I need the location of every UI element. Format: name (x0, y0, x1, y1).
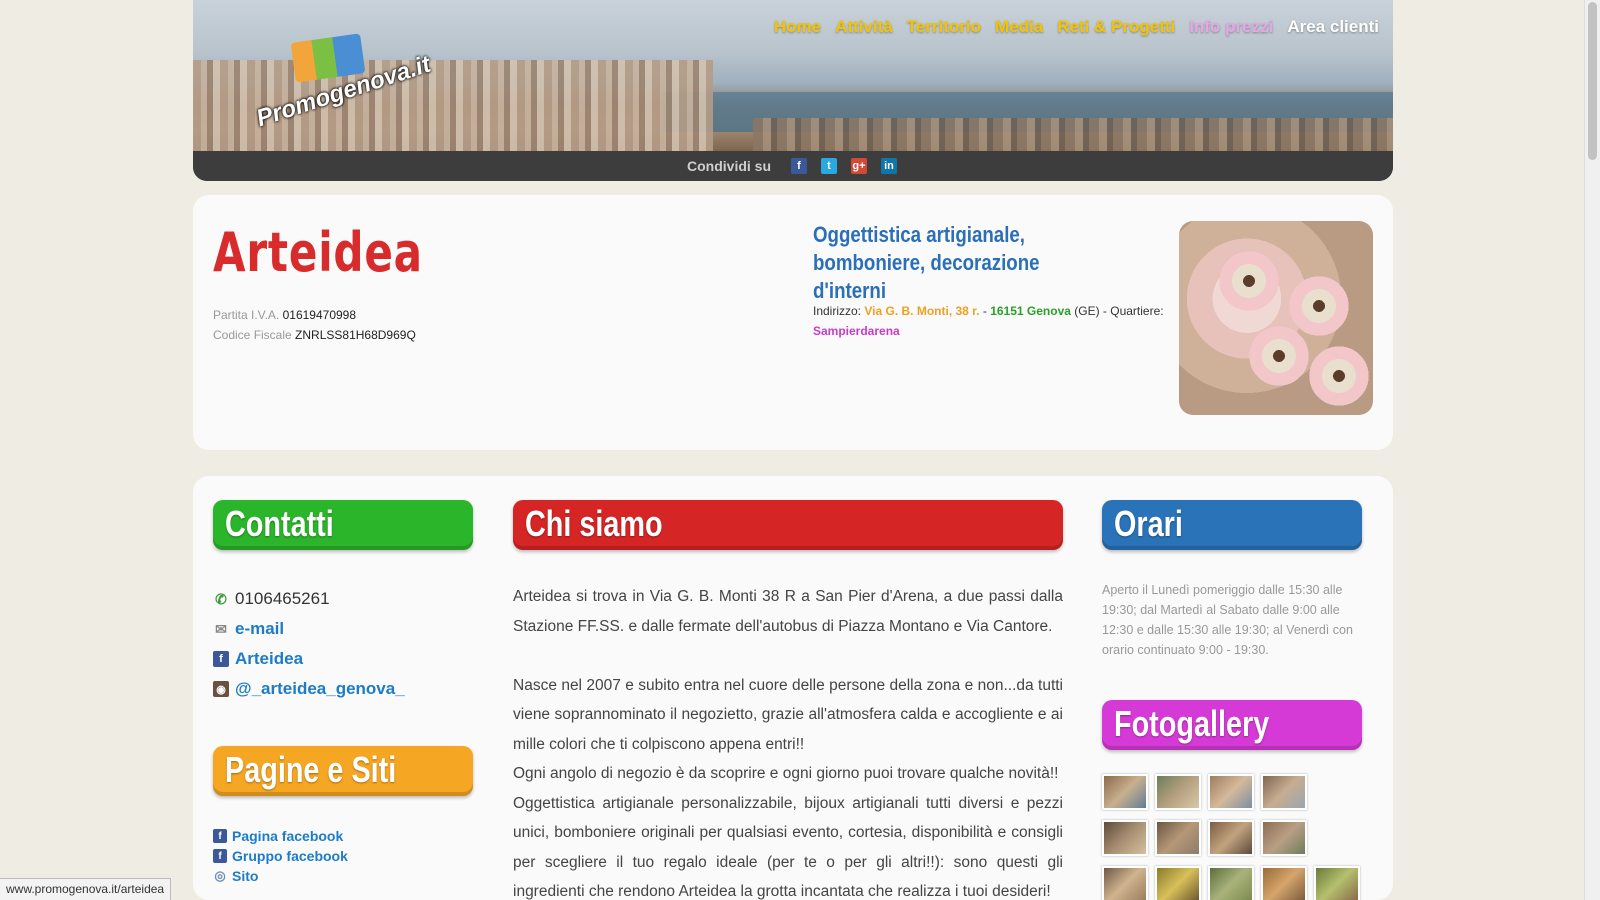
banner-port (753, 118, 1393, 151)
link-facebook-page[interactable]: f Pagina facebook (213, 826, 348, 846)
facebook-group-link[interactable]: Gruppo facebook (232, 848, 348, 864)
facebook-page-link[interactable]: Pagina facebook (232, 828, 343, 844)
fiscal-code-value: ZNRLSS81H68D969Q (295, 328, 416, 342)
page-scrollbar[interactable] (1584, 0, 1600, 900)
site-logo[interactable]: Promogenova.it (253, 33, 434, 132)
pages-heading: Pagine e Siti (213, 746, 473, 796)
google-plus-icon[interactable]: g+ (851, 158, 867, 174)
about-paragraph: Nasce nel 2007 e subito entra nel cuore … (513, 676, 1063, 753)
share-label: Condividi su (687, 158, 771, 174)
header-banner: Promogenova.it Home Attività Territorio … (193, 0, 1393, 181)
facebook-icon: f (213, 829, 227, 843)
fiscal-info: Partita I.V.A. 01619470998 Codice Fiscal… (213, 305, 416, 345)
gallery-thumbnail[interactable] (1102, 866, 1148, 900)
contact-phone: ✆ 0106465261 (213, 584, 405, 614)
gallery-thumbnail[interactable] (1208, 866, 1254, 900)
gallery-thumbnail[interactable] (1102, 820, 1148, 856)
main-nav: Home Attività Territorio Media Reti & Pr… (774, 17, 1379, 37)
nav-media[interactable]: Media (995, 17, 1043, 37)
gallery-thumbnail[interactable] (1155, 866, 1201, 900)
gallery-heading: Fotogallery (1102, 700, 1362, 750)
address-label: Indirizzo: (813, 304, 862, 318)
nav-reti-progetti[interactable]: Reti & Progetti (1057, 17, 1175, 37)
nav-territorio[interactable]: Territorio (907, 17, 981, 37)
hours-heading: Orari (1102, 500, 1362, 550)
nav-area-clienti[interactable]: Area clienti (1287, 17, 1379, 37)
email-icon: ✉ (215, 620, 227, 637)
gallery-thumbnail[interactable] (1261, 820, 1307, 856)
fiscal-code-label: Codice Fiscale (213, 328, 292, 342)
phone-icon: ✆ (215, 590, 227, 607)
about-paragraph: Ogni angolo di negozio è da scoprire e o… (513, 765, 1059, 782)
scrollbar-thumb[interactable] (1588, 2, 1597, 160)
gallery-thumbnail[interactable] (1155, 774, 1201, 810)
photo-detail (1219, 251, 1279, 311)
contacts-list: ✆ 0106465261 ✉ e-mail f Arteidea ◉ @_art… (213, 584, 405, 704)
facebook-link[interactable]: Arteidea (235, 649, 303, 669)
linkedin-icon[interactable]: in (881, 158, 897, 174)
photo-detail (1309, 346, 1369, 406)
opening-hours: Aperto il Lunedì pomeriggio dalle 15:30 … (1102, 583, 1353, 657)
instagram-link[interactable]: @_arteidea_genova_ (235, 679, 405, 699)
vat-label: Partita I.V.A. (213, 308, 280, 322)
page-wrapper: Promogenova.it Home Attività Territorio … (193, 0, 1393, 900)
about-paragraph: Oggettistica artigianale personalizzabil… (513, 794, 1063, 900)
business-photo[interactable] (1179, 221, 1373, 415)
gallery-thumbnail[interactable] (1261, 774, 1307, 810)
address-separator: - (979, 304, 991, 318)
photo-detail (1249, 326, 1309, 386)
link-facebook-group[interactable]: f Gruppo facebook (213, 846, 348, 866)
site-link[interactable]: Sito (232, 868, 258, 884)
twitter-icon[interactable]: t (821, 158, 837, 174)
contact-facebook[interactable]: f Arteidea (213, 644, 405, 674)
about-heading: Chi siamo (513, 500, 1063, 550)
share-bar: Condividi su f t g+ in (193, 151, 1393, 181)
main-content-card: Contatti ✆ 0106465261 ✉ e-mail f Arteide… (193, 476, 1393, 900)
phone-number: 0106465261 (235, 589, 330, 608)
business-address: Indirizzo: Via G. B. Monti, 38 r. - 1615… (813, 301, 1173, 341)
facebook-icon: f (213, 849, 227, 863)
nav-attivita[interactable]: Attività (835, 17, 893, 37)
instagram-icon: ◉ (213, 681, 229, 697)
business-tagline: Oggettistica artigianale, bomboniere, de… (813, 222, 1040, 303)
facebook-icon: f (213, 651, 229, 667)
address-city[interactable]: 16151 Genova (990, 304, 1071, 318)
photo-detail (1289, 276, 1349, 336)
gallery-thumbnail[interactable] (1102, 774, 1148, 810)
address-quarter[interactable]: Sampierdarena (813, 324, 900, 338)
facebook-icon[interactable]: f (791, 158, 807, 174)
link-site[interactable]: ◎ Sito (213, 866, 348, 886)
gallery-thumbnail[interactable] (1208, 820, 1254, 856)
vat-value: 01619470998 (282, 308, 357, 322)
globe-icon: ◎ (214, 868, 226, 883)
gallery-thumbnail[interactable] (1208, 774, 1254, 810)
business-name: Arteidea (213, 221, 423, 284)
about-paragraph: Arteidea si trova in Via G. B. Monti 38 … (513, 588, 1063, 635)
contact-email[interactable]: ✉ e-mail (213, 614, 405, 644)
address-province: (GE) - Quartiere: (1070, 304, 1164, 318)
email-link[interactable]: e-mail (235, 619, 284, 639)
contact-instagram[interactable]: ◉ @_arteidea_genova_ (213, 674, 405, 704)
gallery-thumbnail[interactable] (1155, 820, 1201, 856)
status-bar-url: www.promogenova.it/arteidea (0, 878, 172, 900)
contacts-heading: Contatti (213, 500, 473, 550)
address-street[interactable]: Via G. B. Monti, 38 r. (864, 304, 979, 318)
gallery-thumbnail[interactable] (1314, 866, 1360, 900)
about-text: Arteidea si trova in Via G. B. Monti 38 … (513, 582, 1063, 900)
nav-info-prezzi[interactable]: Info prezzi (1189, 17, 1273, 37)
profile-card: Arteidea Partita I.V.A. 01619470998 Codi… (193, 195, 1393, 450)
nav-home[interactable]: Home (774, 17, 821, 37)
pages-list: f Pagina facebook f Gruppo facebook ◎ Si… (213, 826, 348, 886)
gallery-thumbnail[interactable] (1261, 866, 1307, 900)
